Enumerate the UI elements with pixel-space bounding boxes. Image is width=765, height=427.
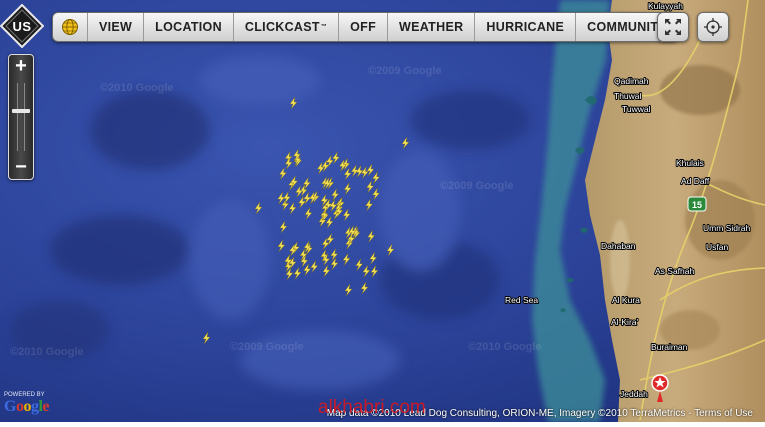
clickcast-label: CLICKCAST xyxy=(244,20,320,34)
location-menu[interactable]: LOCATION xyxy=(144,13,234,41)
place-label: Dahaban xyxy=(601,241,636,251)
globe-icon xyxy=(62,19,78,35)
place-label: Qadimah xyxy=(614,76,649,86)
sea-label: Red Sea xyxy=(505,295,538,305)
fullscreen-button[interactable] xyxy=(657,12,689,42)
locate-button[interactable] xyxy=(697,12,729,42)
place-label: Thuwal xyxy=(614,91,642,101)
place-label: Tuwwal xyxy=(622,104,651,114)
road-shield: 15 xyxy=(687,196,707,212)
zoom-control: + − xyxy=(8,54,34,180)
weather-menu[interactable]: WEATHER xyxy=(388,13,476,41)
tile-watermark-4: ©2010 Google xyxy=(10,346,84,358)
place-label: Umm Sidrah xyxy=(703,223,751,233)
road-shield-number: 15 xyxy=(692,200,702,210)
crosshair-icon xyxy=(704,18,722,36)
tile-watermark-3: ©2009 Google xyxy=(440,180,514,192)
place-label: Jeddah xyxy=(620,389,648,399)
expand-icon xyxy=(665,19,681,35)
place-label: Kulayyah xyxy=(648,1,683,11)
place-label: Usfan xyxy=(706,242,728,252)
satellite-map[interactable]: 15 Kulayyah Qadimah Thuwal Tuwwal Khulais Ad … xyxy=(0,0,765,422)
zoom-out-button[interactable]: − xyxy=(9,156,33,178)
place-label: Khulais xyxy=(676,158,704,168)
main-toolbar: VIEW LOCATION CLICKCAST ™ OFF WEATHER HUR… xyxy=(52,12,679,42)
zoom-track-left xyxy=(17,83,18,151)
view-menu[interactable]: VIEW xyxy=(88,13,145,41)
place-label: As Safhah xyxy=(655,266,694,276)
zoom-slider-thumb[interactable] xyxy=(12,108,30,113)
hurricane-menu[interactable]: HURRICANE xyxy=(475,13,577,41)
zoom-in-button[interactable]: + xyxy=(9,55,33,77)
place-label: Buraiman xyxy=(651,342,688,352)
clickcast-menu[interactable]: CLICKCAST ™ xyxy=(234,13,340,41)
tile-watermark-1: ©2009 Google xyxy=(368,65,442,77)
google-logo[interactable]: Google xyxy=(4,398,49,416)
tile-watermark-5: ©2009 Google xyxy=(230,341,304,353)
map-canvas[interactable]: 15 Kulayyah Qadimah Thuwal Tuwwal Khulais Ad … xyxy=(0,0,765,422)
overlay-watermark: alkhabri.com xyxy=(318,397,426,418)
place-label: Al Kura xyxy=(612,295,640,305)
tile-watermark-6: ©2010 Google xyxy=(468,341,542,353)
clickcast-toggle[interactable]: OFF xyxy=(339,13,389,41)
place-label: Al-Kira' xyxy=(611,317,639,327)
place-label: Ad Daff xyxy=(681,176,710,186)
zoom-track-right xyxy=(24,83,25,151)
region-badge-label[interactable]: US xyxy=(0,4,44,48)
clickcast-trademark: ™ xyxy=(320,24,328,30)
tile-watermark-2: ©2010 Google xyxy=(100,82,174,94)
globe-button[interactable] xyxy=(53,13,88,41)
